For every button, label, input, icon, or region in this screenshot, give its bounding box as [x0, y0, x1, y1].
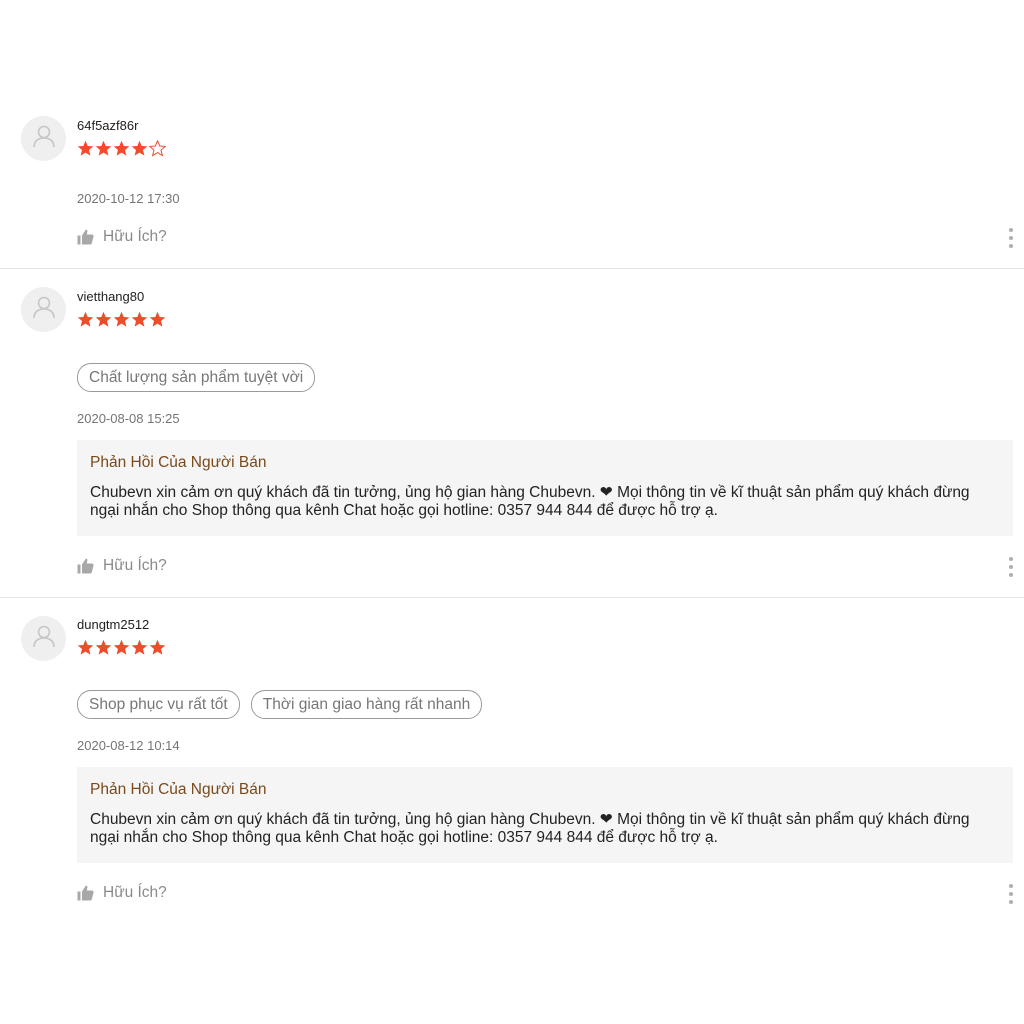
thumbs-up-icon [77, 229, 94, 245]
seller-reply-title: Phản Hồi Của Người Bán [90, 781, 267, 798]
star-filled-icon [77, 639, 94, 655]
review-timestamp: 2020-08-08 15:25 [77, 411, 180, 426]
review-username[interactable]: dungtm2512 [77, 617, 149, 632]
user-avatar [21, 616, 66, 661]
more-options-button[interactable] [1008, 884, 1014, 904]
review-username[interactable]: 64f5azf86r [77, 118, 138, 133]
seller-reply-title: Phản Hồi Của Người Bán [90, 454, 267, 471]
star-filled-icon [113, 311, 130, 327]
helpful-label: Hữu Ích? [103, 884, 167, 901]
review-item: 64f5azf86r 2020-10-12 17:30 Hữu Ích? [0, 0, 1024, 269]
review-timestamp: 2020-10-12 17:30 [77, 191, 180, 206]
helpful-button[interactable]: Hữu Ích? [77, 557, 167, 575]
review-tag: Shop phục vụ rất tốt [77, 690, 240, 719]
helpful-label: Hữu Ích? [103, 228, 167, 245]
user-avatar [21, 116, 66, 161]
review-item: dungtm2512 Shop phục vụ rất tốt Thời gia… [0, 598, 1024, 928]
star-filled-icon [131, 639, 148, 655]
thumbs-up-icon [77, 885, 94, 901]
user-placeholder-icon [31, 623, 57, 654]
review-tags: Shop phục vụ rất tốt Thời gian giao hàng… [77, 690, 483, 719]
star-filled-icon [131, 140, 148, 156]
star-filled-icon [149, 639, 166, 655]
star-filled-icon [95, 140, 112, 156]
vertical-ellipsis-icon [1009, 228, 1013, 232]
user-avatar [21, 287, 66, 332]
seller-reply-text: Chubevn xin cảm ơn quý khách đã tin tưởn… [90, 484, 970, 519]
thumbs-up-icon [77, 558, 94, 574]
user-placeholder-icon [31, 123, 57, 154]
star-filled-icon [131, 311, 148, 327]
review-tags: Chất lượng sản phẩm tuyệt vời [77, 363, 316, 392]
rating-stars [77, 311, 166, 329]
rating-stars [77, 639, 166, 657]
helpful-button[interactable]: Hữu Ích? [77, 228, 167, 246]
more-options-button[interactable] [1008, 228, 1014, 248]
rating-stars [77, 140, 166, 158]
review-username[interactable]: vietthang80 [77, 289, 144, 304]
review-tag: Thời gian giao hàng rất nhanh [250, 690, 483, 719]
star-filled-icon [113, 140, 130, 156]
star-filled-icon [113, 639, 130, 655]
star-empty-icon [149, 140, 166, 157]
review-item: vietthang80 Chất lượng sản phẩm tuyệt vờ… [0, 269, 1024, 598]
seller-reply-text: Chubevn xin cảm ơn quý khách đã tin tưởn… [90, 811, 970, 846]
more-options-button[interactable] [1008, 557, 1014, 577]
vertical-ellipsis-icon [1009, 884, 1013, 888]
review-tag: Chất lượng sản phẩm tuyệt vời [77, 363, 316, 392]
user-placeholder-icon [31, 294, 57, 325]
review-timestamp: 2020-08-12 10:14 [77, 738, 180, 753]
star-filled-icon [77, 311, 94, 327]
vertical-ellipsis-icon [1009, 557, 1013, 561]
helpful-button[interactable]: Hữu Ích? [77, 884, 167, 902]
seller-reply: Phản Hồi Của Người Bán Chubevn xin cảm ơ… [77, 440, 1013, 536]
star-filled-icon [149, 311, 166, 327]
helpful-label: Hữu Ích? [103, 557, 167, 574]
star-filled-icon [95, 311, 112, 327]
star-filled-icon [77, 140, 94, 156]
seller-reply: Phản Hồi Của Người Bán Chubevn xin cảm ơ… [77, 767, 1013, 863]
star-filled-icon [95, 639, 112, 655]
